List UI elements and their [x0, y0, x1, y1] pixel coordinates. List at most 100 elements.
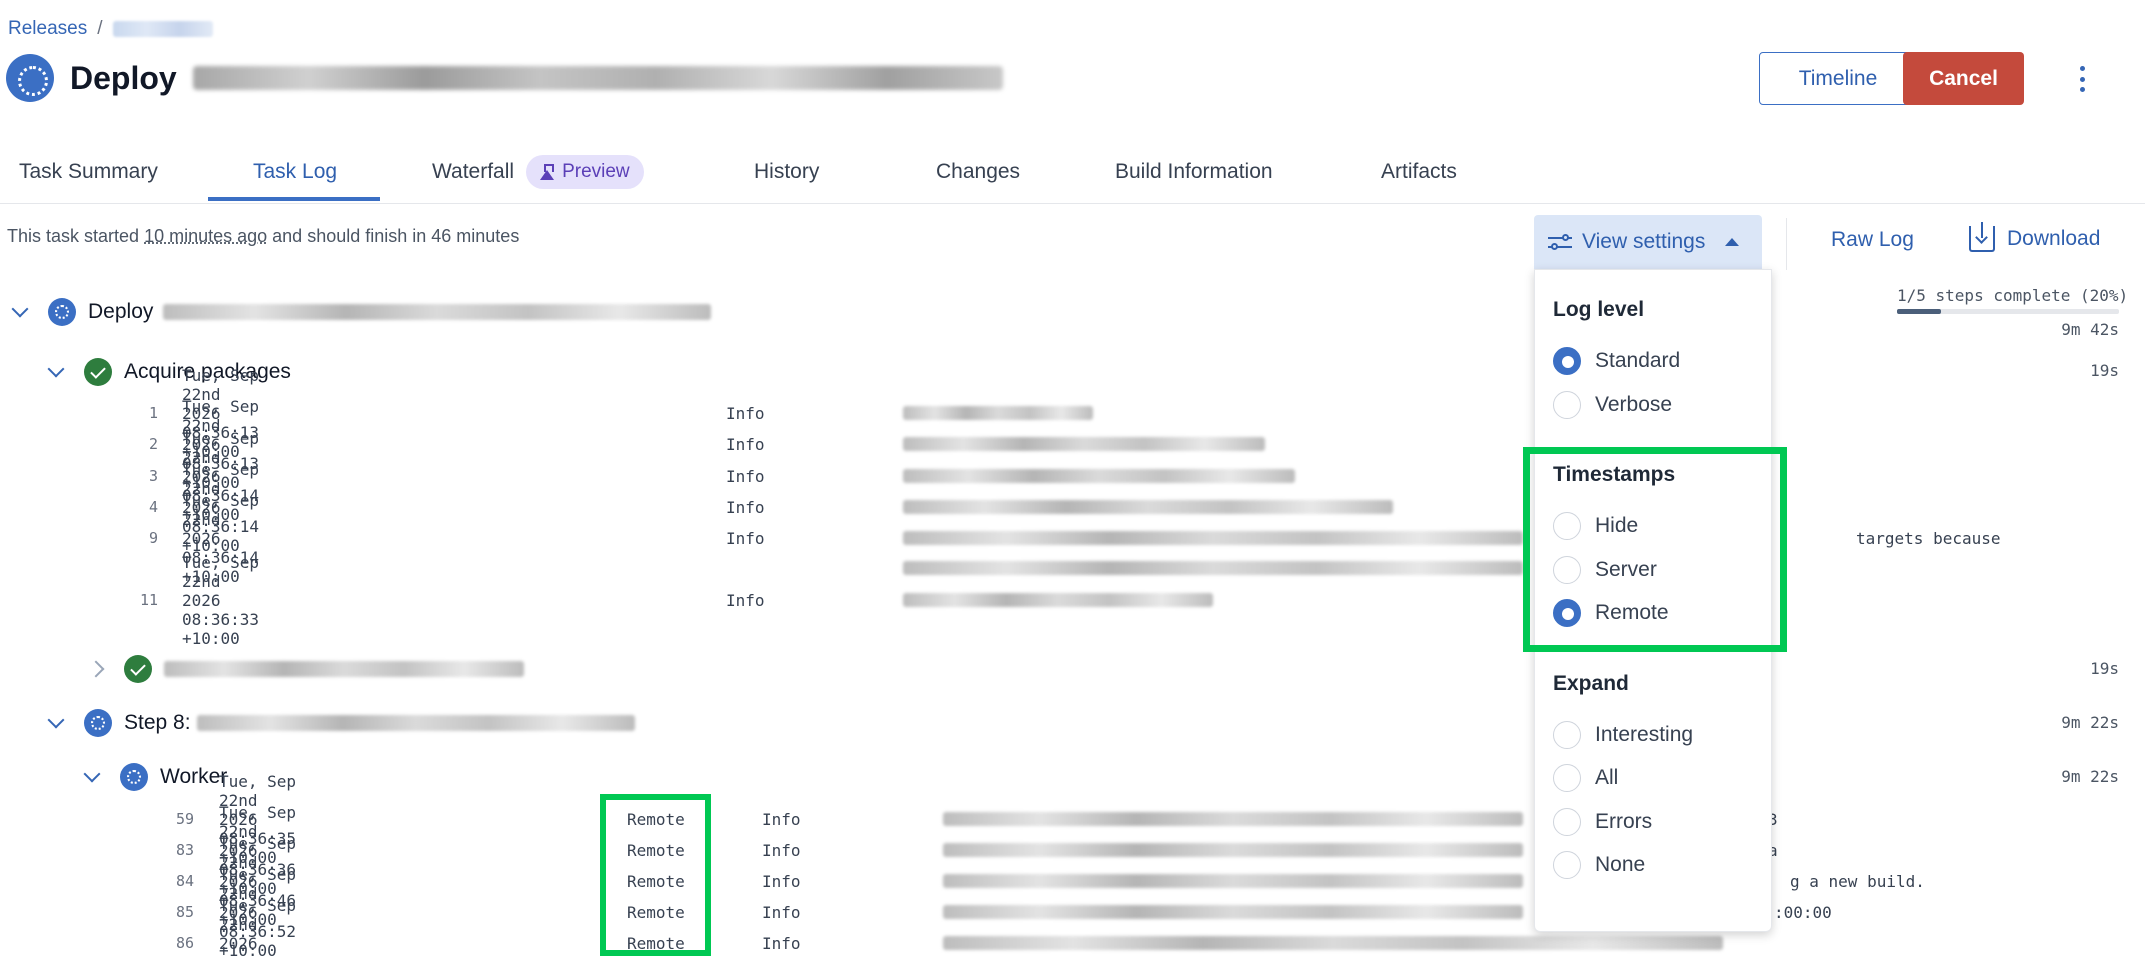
tab-task-log[interactable]: Task Log [253, 140, 337, 204]
tab-changes[interactable]: Changes [936, 140, 1020, 204]
log-level: Info [762, 871, 801, 891]
raw-log-link[interactable]: Raw Log [1831, 228, 1914, 252]
chevron-down-icon[interactable] [47, 360, 65, 378]
more-options-icon[interactable] [2070, 62, 2094, 96]
log-message-redacted [903, 406, 1093, 420]
log-level: Info [762, 809, 801, 829]
option-all-label: All [1595, 766, 1619, 789]
log-source: Remote [627, 933, 685, 953]
log-level: Info [726, 590, 765, 610]
option-errors[interactable]: Errors [1553, 808, 1652, 836]
log-source: Remote [627, 871, 685, 891]
log-line-number: 84 [175, 872, 194, 890]
running-status-icon [48, 298, 76, 326]
tree-node-worker[interactable]: Worker [83, 763, 228, 791]
page-title-row: Deploy [6, 54, 1003, 102]
download-button[interactable]: Download [1969, 222, 2101, 252]
task-started-ago[interactable]: 10 minutes ago [144, 226, 267, 246]
running-status-icon [84, 709, 112, 737]
log-source: Remote [627, 902, 685, 922]
option-standard-label: Standard [1595, 349, 1681, 372]
log-message-tail: :00:00 [1774, 902, 1832, 922]
page-title-redacted [192, 66, 1003, 90]
option-none-label: None [1595, 853, 1646, 876]
timeline-button[interactable]: Timeline [1759, 52, 1917, 105]
log-line-number: 59 [175, 810, 194, 828]
option-none[interactable]: None [1553, 851, 1645, 879]
chevron-down-icon[interactable] [83, 765, 101, 783]
chevron-down-icon[interactable] [11, 300, 29, 318]
log-message-redacted [943, 874, 1523, 888]
chevron-down-icon[interactable] [47, 711, 65, 729]
tab-build-information[interactable]: Build Information [1115, 140, 1273, 204]
steps-progress-text: 1/5 steps complete (20%) [1897, 286, 2129, 305]
tree-node-collapsed-step[interactable] [87, 655, 524, 683]
option-all[interactable]: All [1553, 764, 1618, 792]
tab-waterfall[interactable]: Waterfall Preview [432, 140, 644, 204]
radio-standard[interactable] [1553, 347, 1581, 375]
option-interesting-label: Interesting [1595, 723, 1694, 746]
success-status-icon [84, 358, 112, 386]
root-node-redacted [163, 304, 712, 320]
log-message-tail: g a new build. [1790, 871, 1925, 891]
worker-label: Worker [160, 765, 228, 788]
flask-icon [540, 164, 555, 180]
option-interesting[interactable]: Interesting [1553, 721, 1693, 749]
breadcrumb-project-redacted[interactable] [112, 21, 213, 37]
option-standard[interactable]: Standard [1553, 347, 1680, 375]
steps-progress-bar [1897, 309, 2119, 314]
log-level: Info [726, 497, 765, 517]
log-message-redacted [943, 812, 1523, 826]
worker-duration: 9m 22s [2061, 767, 2119, 786]
log-line-number: 83 [175, 841, 194, 859]
log-message-redacted [903, 500, 1393, 514]
view-settings-button[interactable]: View settings [1534, 215, 1762, 269]
running-status-icon [120, 763, 148, 791]
in-progress-spinner-icon [6, 54, 54, 102]
preview-badge: Preview [526, 155, 644, 189]
toolbar-divider [1786, 218, 1787, 270]
log-timestamp: Tue, Sep 22nd 2026 08:36:52 +10:00 [219, 895, 297, 956]
radio-all[interactable] [1553, 764, 1581, 792]
acquire-duration: 19s [2090, 361, 2119, 380]
option-verbose-label: Verbose [1595, 393, 1673, 416]
active-tab-indicator [208, 197, 380, 201]
task-info-suffix: and should finish in 46 minutes [267, 226, 520, 246]
log-level: Info [726, 528, 765, 548]
sliders-icon [1548, 233, 1572, 251]
tab-task-summary[interactable]: Task Summary [19, 140, 158, 204]
log-level: Info [726, 466, 765, 486]
root-node-label: Deploy [88, 300, 154, 323]
tab-history[interactable]: History [754, 140, 819, 204]
log-level: Info [726, 403, 765, 423]
option-verbose[interactable]: Verbose [1553, 391, 1672, 419]
breadcrumb: Releases / [8, 18, 213, 40]
step-8-redacted [196, 715, 635, 731]
radio-interesting[interactable] [1553, 721, 1581, 749]
download-label: Download [2007, 227, 2101, 250]
log-line-number: 86 [175, 934, 194, 952]
download-icon [1969, 222, 1995, 252]
cancel-button[interactable]: Cancel [1903, 52, 2024, 105]
breadcrumb-releases-link[interactable]: Releases [8, 18, 87, 40]
success-status-icon [124, 655, 152, 683]
log-line-number: 85 [175, 903, 194, 921]
radio-none[interactable] [1553, 851, 1581, 879]
log-line-number: 11 [139, 591, 158, 609]
log-timestamp: Tue, Sep 22nd 2026 08:36:33 +10:00 [182, 552, 260, 648]
chevron-right-icon[interactable] [87, 660, 105, 678]
radio-verbose[interactable] [1553, 391, 1581, 419]
log-line-number: 2 [148, 435, 158, 453]
log-level: Info [762, 902, 801, 922]
root-duration: 9m 42s [2061, 320, 2119, 339]
radio-errors[interactable] [1553, 808, 1581, 836]
tree-node-root[interactable]: Deploy [11, 298, 712, 326]
page-title: Deploy [70, 59, 177, 96]
log-source: Remote [627, 840, 685, 860]
log-message-redacted [903, 593, 1213, 607]
tree-node-step-8[interactable]: Step 8: [47, 709, 635, 737]
log-level: Info [762, 840, 801, 860]
log-message-redacted-wrap [903, 561, 1523, 575]
breadcrumb-separator: / [97, 18, 103, 39]
tab-artifacts[interactable]: Artifacts [1381, 140, 1457, 204]
